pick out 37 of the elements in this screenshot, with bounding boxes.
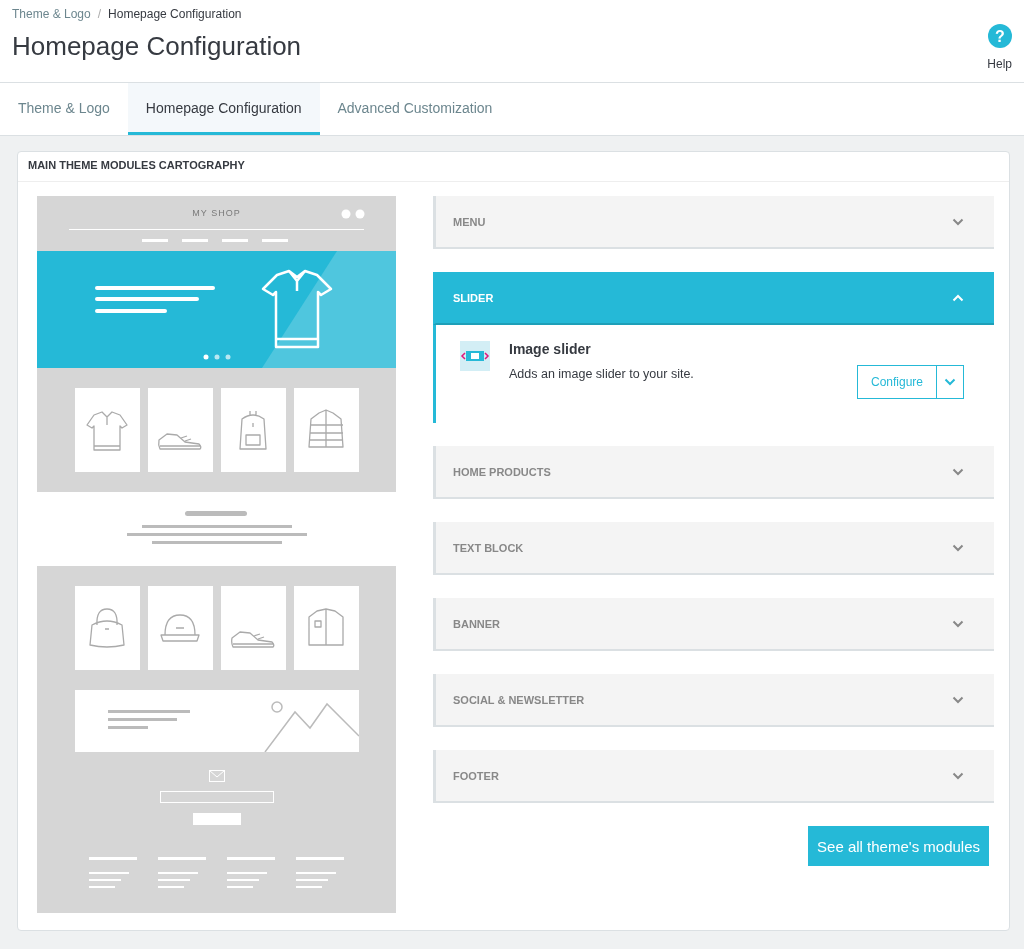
accordion-header[interactable]: TEXT BLOCK [433, 522, 994, 575]
breadcrumb-current[interactable]: Homepage Configuration [108, 7, 242, 21]
slider-module-icon [460, 341, 490, 371]
chevron-down-icon [952, 619, 964, 628]
chevron-down-icon [952, 217, 964, 226]
configure-button[interactable]: Configure [856, 365, 937, 399]
header-dots-drawing [341, 209, 365, 219]
accordion-header[interactable]: FOOTER [433, 750, 994, 803]
page-title: Homepage Configuration [12, 31, 302, 62]
accordion-header[interactable]: BANNER [433, 598, 994, 651]
chevron-down-icon [952, 695, 964, 704]
mail-icon [208, 770, 225, 782]
sneaker-icon [230, 629, 276, 649]
chevron-down-icon [944, 378, 956, 386]
breadcrumb-link[interactable]: Theme & Logo [12, 7, 91, 21]
chevron-up-icon [952, 293, 964, 302]
help-icon: ? [987, 24, 1012, 48]
tab[interactable]: Theme & Logo [0, 83, 128, 135]
shop-name: MY SHOP [192, 208, 241, 220]
tab[interactable]: Homepage Configuration [127, 83, 320, 135]
sneaker-icon [157, 431, 203, 451]
help-button[interactable]: ? Help [987, 24, 1012, 71]
see-all-modules-button[interactable]: See all theme's modules [808, 826, 989, 866]
accordion-header[interactable]: SOCIAL & NEWSLETTER [433, 674, 994, 727]
accordion-header[interactable]: MENU [433, 196, 994, 249]
panel-title: MAIN THEME MODULES CARTOGRAPHY [28, 159, 245, 171]
breadcrumb-separator: / [97, 7, 102, 21]
subscribe-button-drawing [192, 813, 241, 825]
accordion-header[interactable]: SLIDER [433, 272, 994, 325]
module-name: Image slider [509, 341, 592, 357]
dropdown-toggle[interactable] [937, 365, 964, 399]
tab[interactable]: Advanced Customization [319, 83, 511, 135]
accordion-header[interactable]: HOME PRODUCTS [433, 446, 994, 499]
module-description: Adds an image slider to your site. [509, 367, 695, 381]
chevron-down-icon [952, 543, 964, 552]
chevron-down-icon [952, 467, 964, 476]
chevron-down-icon [952, 771, 964, 780]
